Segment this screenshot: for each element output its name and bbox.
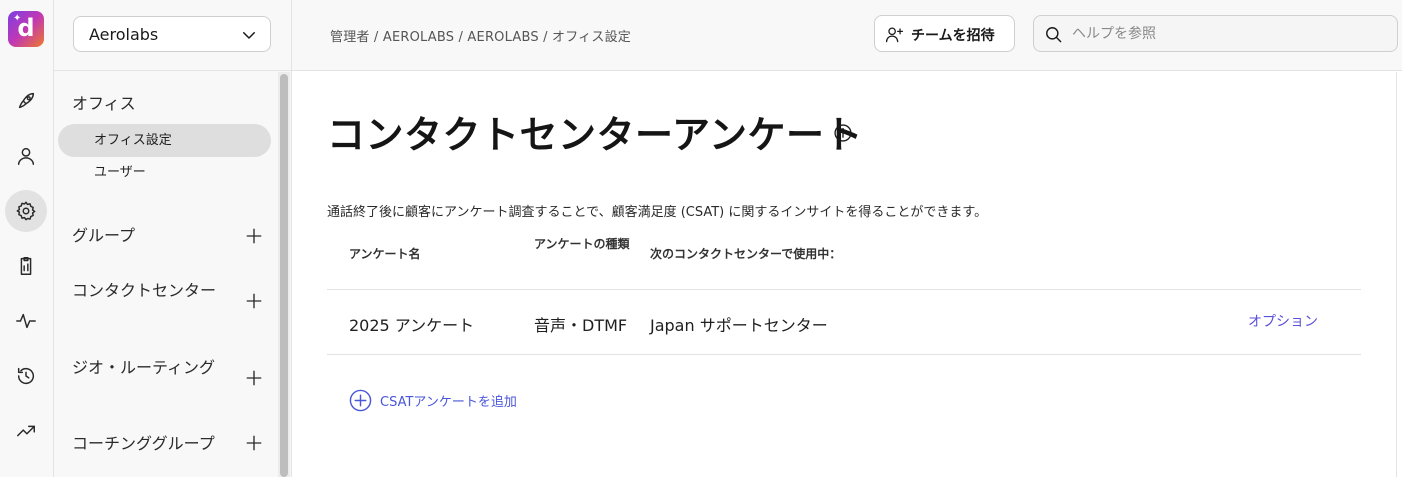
sidebar-scrollbar[interactable] — [278, 72, 290, 477]
plus-circle-icon — [349, 389, 372, 412]
content-border — [1396, 72, 1397, 477]
sidebar-section-office: オフィス — [72, 94, 136, 113]
rail-item-clipboard[interactable] — [5, 245, 47, 287]
plus-icon — [246, 293, 262, 309]
survey-name-cell: 2025 アンケート — [349, 316, 475, 335]
plus-icon — [246, 435, 262, 451]
rail-item-person[interactable] — [5, 135, 47, 177]
app-logo[interactable]: ✦ d — [8, 11, 44, 47]
table-divider — [327, 354, 1361, 355]
page-description: 通話終了後に顧客にアンケート調査することで、顧客満足度 (CSAT) に関するイ… — [327, 205, 988, 220]
scrollbar-thumb[interactable] — [280, 74, 288, 477]
help-search[interactable] — [1033, 15, 1398, 52]
activity-icon — [16, 313, 36, 329]
rail-item-trending[interactable] — [5, 410, 47, 452]
options-link[interactable]: オプション — [1248, 311, 1318, 331]
sidebar-item-users[interactable]: ユーザー — [58, 156, 271, 189]
info-icon[interactable] — [833, 123, 853, 143]
add-contact-center-button[interactable] — [245, 292, 263, 310]
sidebar-group-coaching[interactable]: コーチンググループ — [72, 433, 222, 455]
org-select[interactable]: Aerolabs — [73, 16, 271, 52]
logo-letter: d — [17, 14, 35, 42]
search-icon — [1044, 25, 1063, 44]
history-icon — [17, 367, 35, 385]
main-content: コンタクトセンターアンケート 通話終了後に顧客にアンケート調査することで、顧客満… — [292, 72, 1398, 477]
column-header-name: アンケート名 — [349, 247, 421, 261]
invite-team-label: チームを招待 — [911, 28, 995, 44]
gear-icon — [16, 201, 36, 221]
sidebar-group-geo-routing[interactable]: ジオ・ルーティング — [72, 357, 222, 379]
chevron-down-icon — [240, 26, 258, 44]
survey-type-cell: 音声・DTMF — [534, 316, 628, 335]
rail-item-settings[interactable] — [5, 190, 47, 232]
table-divider — [327, 289, 1361, 290]
add-coaching-group-button[interactable] — [245, 434, 263, 452]
clipboard-icon — [20, 257, 32, 275]
trending-up-icon — [17, 425, 35, 437]
rail-item-rocket[interactable] — [5, 80, 47, 122]
survey-used-in-cell: Japan サポートセンター — [650, 316, 828, 335]
sidebar-item-office-settings[interactable]: オフィス設定 — [58, 124, 271, 157]
rail-item-activity[interactable] — [5, 300, 47, 342]
add-group-button[interactable] — [245, 227, 263, 245]
add-csat-survey-button[interactable]: CSATアンケートを追加 — [349, 388, 517, 412]
help-search-input[interactable] — [1072, 22, 1382, 46]
plus-icon — [246, 370, 262, 386]
plus-icon — [246, 228, 262, 244]
rocket-icon — [18, 92, 35, 109]
breadcrumb: 管理者 / AEROLABS / AEROLABS / オフィス設定 — [330, 30, 631, 45]
sidebar-group-contact-center[interactable]: コンタクトセンター — [72, 280, 222, 302]
sidebar-group-groups[interactable]: グループ — [72, 225, 222, 247]
invite-team-button[interactable]: チームを招待 — [874, 15, 1015, 52]
add-csat-survey-label: CSATアンケートを追加 — [380, 394, 517, 410]
column-header-used-in: 次のコンタクトセンターで使用中： — [650, 247, 842, 261]
rail-item-history[interactable] — [5, 355, 47, 397]
sidebar-header: Aerolabs — [54, 0, 292, 71]
column-header-type: アンケートの種類 — [534, 237, 630, 251]
sidebar: Aerolabs オフィス オフィス設定 ユーザー グループ コンタクトセンター… — [54, 0, 292, 477]
page-title: コンタクトセンターアンケート — [327, 113, 863, 157]
org-select-value: Aerolabs — [89, 25, 159, 44]
icon-rail: ✦ d — [0, 0, 54, 477]
user-plus-icon — [885, 25, 904, 44]
top-header: 管理者 / AEROLABS / AEROLABS / オフィス設定 チームを招… — [292, 0, 1402, 71]
add-geo-routing-button[interactable] — [245, 369, 263, 387]
person-icon — [17, 147, 35, 165]
